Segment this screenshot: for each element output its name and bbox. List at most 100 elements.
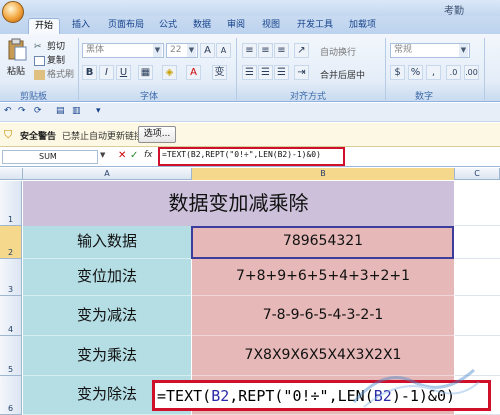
insert-function-button[interactable]: fx — [144, 150, 153, 160]
security-title: 安全警告 — [20, 132, 57, 142]
scissors-icon: ✂ — [34, 41, 42, 52]
enter-icon[interactable]: ✓ — [130, 150, 138, 161]
grow-font-button[interactable]: A — [200, 43, 215, 58]
cancel-icon[interactable]: ✕ — [118, 150, 126, 161]
row-header-5[interactable]: 5 — [0, 336, 22, 376]
cell-c5[interactable] — [455, 336, 500, 376]
row-header-3[interactable]: 3 — [0, 259, 22, 296]
title-cell[interactable]: 数据变加减乘除 — [23, 181, 454, 226]
customize-qat-icon[interactable]: ▾ — [96, 106, 101, 116]
align-right-icon[interactable]: ☰ — [274, 65, 289, 80]
clipboard-group-label: 剪贴板 — [20, 92, 48, 102]
merge-center-button[interactable]: 合并后居中 — [320, 68, 365, 81]
cell-a5[interactable]: 变为乘法 — [23, 336, 191, 376]
active-cell-border — [191, 226, 454, 259]
cell-b3[interactable]: 7+8+9+6+5+4+3+2+1 — [192, 259, 454, 296]
cell-c4[interactable] — [455, 296, 500, 336]
align-middle-icon[interactable]: ≡ — [258, 43, 273, 58]
indent-icon[interactable]: ⇥ — [294, 65, 309, 80]
shrink-font-button[interactable]: A — [216, 43, 231, 58]
chart-icon[interactable]: ▥ — [72, 106, 81, 116]
underline-button[interactable]: U — [116, 65, 131, 80]
tab-data[interactable]: 数据 — [187, 18, 217, 34]
chevron-down-icon: ▼ — [459, 44, 468, 57]
name-box[interactable]: SUM — [2, 150, 98, 164]
cell-b4[interactable]: 7-8-9-6-5-4-3-2-1 — [192, 296, 454, 336]
cell-c3[interactable] — [455, 259, 500, 296]
increase-decimal-icon[interactable]: .0 — [446, 65, 461, 80]
tab-view[interactable]: 视图 — [256, 18, 286, 34]
office-button[interactable] — [2, 1, 24, 23]
quick-access-toolbar: ↶ ↷ ⟳ ▤ ▥ ▾ — [0, 103, 500, 122]
cell-b5[interactable]: 7X8X9X6X5X4X3X2X1 — [192, 336, 454, 376]
group-divider — [236, 38, 237, 100]
refresh-icon[interactable]: ⟳ — [34, 106, 42, 116]
formula-highlight-box — [158, 147, 345, 166]
row-header-6[interactable]: 6 — [0, 376, 22, 415]
select-all-corner[interactable] — [0, 168, 23, 180]
cut-button[interactable]: ✂ 剪切 — [34, 39, 65, 53]
row-header-4[interactable]: 4 — [0, 296, 22, 336]
align-bottom-icon[interactable]: ≡ — [274, 43, 289, 58]
title-bar: 考勤 — [0, 0, 500, 17]
brush-icon — [34, 69, 45, 80]
row-header-1[interactable]: 1 — [0, 181, 22, 226]
format-painter-button[interactable]: 格式刷 — [34, 67, 74, 80]
tab-page-layout[interactable]: 页面布局 — [102, 18, 150, 34]
chevron-down-icon: ▼ — [187, 44, 196, 57]
column-headers: A B C — [0, 168, 500, 180]
tab-addins[interactable]: 加载项 — [343, 18, 382, 34]
undo-icon[interactable]: ↶ — [4, 106, 12, 116]
font-size-combo[interactable]: 22 ▼ — [166, 43, 198, 58]
cell-c1[interactable] — [455, 181, 500, 226]
cell-a4[interactable]: 变为减法 — [23, 296, 191, 336]
ribbon-tabs: 开始 插入 页面布局 公式 数据 审阅 视图 开发工具 加载项 — [0, 16, 500, 34]
percent-icon[interactable]: % — [408, 65, 423, 80]
copy-button[interactable]: 复制 — [34, 53, 65, 66]
paste-button[interactable]: 粘贴 — [7, 64, 25, 77]
chevron-down-icon[interactable]: ▼ — [100, 151, 105, 159]
group-divider — [484, 38, 485, 100]
font-name-combo[interactable]: 黑体 ▼ — [82, 43, 164, 58]
cell-a3[interactable]: 变位加法 — [23, 259, 191, 296]
paste-icon[interactable] — [6, 38, 28, 62]
sheet-icon[interactable]: ▤ — [56, 106, 65, 116]
cell-reference: B2 — [211, 387, 230, 405]
phonetic-icon[interactable]: 变 — [212, 65, 227, 80]
align-center-icon[interactable]: ☰ — [258, 65, 273, 80]
wrap-text-button[interactable]: 自动换行 — [320, 45, 356, 58]
security-warning-bar: ⛉ 安全警告 已禁止自动更新链接 选项... — [0, 123, 500, 147]
tab-developer[interactable]: 开发工具 — [291, 18, 339, 34]
cell-a2[interactable]: 输入数据 — [23, 226, 191, 259]
column-header-a[interactable]: A — [23, 168, 192, 180]
number-format-combo[interactable]: 常规 ▼ — [390, 43, 470, 58]
bold-button[interactable]: B — [82, 65, 97, 80]
tab-review[interactable]: 审阅 — [221, 18, 251, 34]
decrease-decimal-icon[interactable]: .00 — [464, 65, 479, 80]
font-color-icon[interactable]: A — [186, 65, 201, 80]
column-header-b[interactable]: B — [192, 168, 455, 180]
align-left-icon[interactable]: ☰ — [242, 65, 257, 80]
align-top-icon[interactable]: ≡ — [242, 43, 257, 58]
comma-icon[interactable]: , — [426, 65, 441, 80]
orientation-icon[interactable]: ↗ — [294, 43, 309, 58]
fill-color-icon[interactable]: ◈ — [162, 65, 177, 80]
italic-button[interactable]: I — [99, 65, 114, 80]
window-title: 考勤 — [444, 6, 464, 17]
borders-icon[interactable]: ▦ — [138, 65, 153, 80]
number-group-label: 数字 — [415, 92, 434, 102]
row-header-2[interactable]: 2 — [0, 226, 22, 259]
options-button[interactable]: 选项... — [138, 126, 176, 143]
cell-c2[interactable] — [455, 226, 500, 259]
group-divider — [385, 38, 386, 100]
cell-reference: B2 — [373, 387, 392, 405]
currency-icon[interactable]: $ — [390, 65, 405, 80]
tab-formulas[interactable]: 公式 — [153, 18, 183, 34]
cell-formula-editor[interactable]: =TEXT(B2,REPT("0!÷",LEN(B2)-1)&0) — [152, 380, 491, 411]
redo-icon[interactable]: ↷ — [18, 106, 26, 116]
tab-insert[interactable]: 插入 — [66, 18, 96, 34]
tab-home[interactable]: 开始 — [28, 18, 61, 34]
ribbon: 粘贴 ✂ 剪切 复制 格式刷 剪贴板 黑体 ▼ 22 ▼ A A B I U ▦ ◈ … — [0, 34, 500, 102]
column-header-c[interactable]: C — [455, 168, 500, 180]
security-message: 已禁止自动更新链接 — [62, 132, 144, 142]
